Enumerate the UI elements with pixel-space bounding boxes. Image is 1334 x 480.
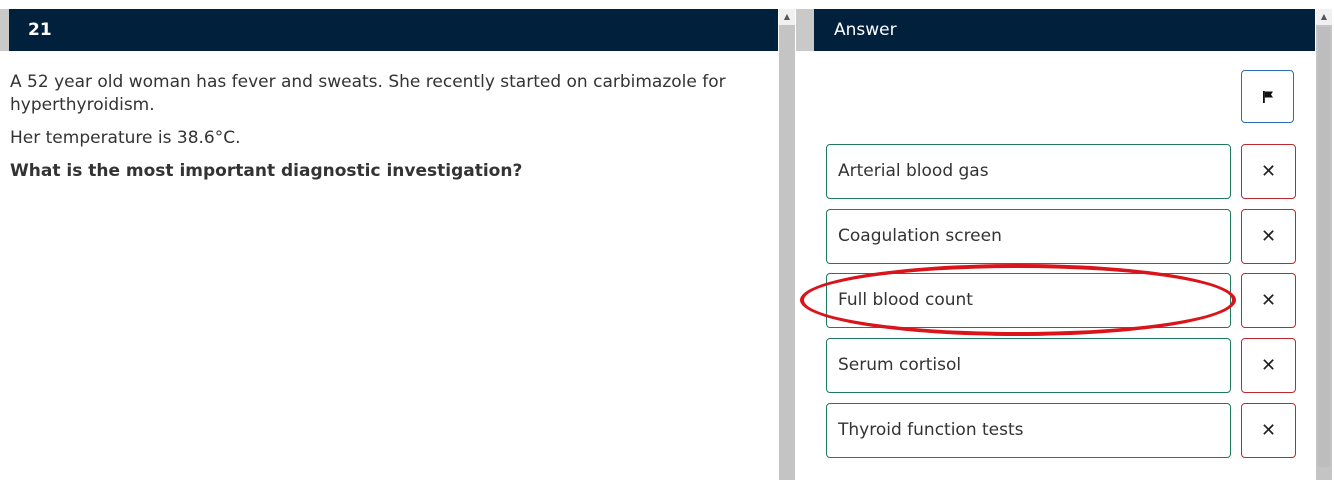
- question-stem: A 52 year old woman has fever and sweats…: [10, 72, 726, 115]
- question-number: 21: [28, 20, 52, 40]
- answer-title: Answer: [834, 20, 897, 40]
- answer-option-label: Serum cortisol: [838, 355, 962, 375]
- question-text: A 52 year old woman has fever and sweats…: [10, 71, 760, 193]
- answer-option-label: Arterial blood gas: [838, 161, 989, 181]
- question-scrollbar[interactable]: ▲: [779, 9, 795, 480]
- answer-option[interactable]: Serum cortisol: [826, 338, 1231, 393]
- question-header: 21: [0, 9, 778, 51]
- answer-option[interactable]: Arterial blood gas: [826, 144, 1231, 199]
- remove-option-button[interactable]: ✕: [1241, 403, 1296, 458]
- question-pane: 21 A 52 year old woman has fever and swe…: [0, 9, 778, 480]
- answer-pane: Answer Arterial blood gas ✕ Coagulation …: [796, 9, 1316, 480]
- answer-option[interactable]: Thyroid function tests: [826, 403, 1231, 458]
- answer-option-label: Thyroid function tests: [838, 420, 1024, 440]
- scroll-up-arrow-icon[interactable]: ▲: [1316, 9, 1332, 25]
- remove-option-button[interactable]: ✕: [1241, 144, 1296, 199]
- flag-button[interactable]: [1241, 70, 1294, 123]
- close-icon: ✕: [1260, 161, 1277, 182]
- close-icon: ✕: [1260, 355, 1277, 376]
- header-accent: [796, 9, 814, 51]
- top-strip: [0, 0, 1334, 9]
- question-detail: Her temperature is 38.6°C.: [10, 128, 241, 148]
- question-prompt: What is the most important diagnostic in…: [10, 161, 523, 181]
- scrollbar-thumb[interactable]: [1318, 27, 1330, 467]
- answer-option[interactable]: Full blood count: [826, 273, 1231, 328]
- scroll-up-arrow-icon[interactable]: ▲: [779, 9, 795, 25]
- answer-header: Answer: [796, 9, 1315, 51]
- close-icon: ✕: [1260, 226, 1277, 247]
- remove-option-button[interactable]: ✕: [1241, 209, 1296, 264]
- remove-option-button[interactable]: ✕: [1241, 338, 1296, 393]
- answer-option[interactable]: Coagulation screen: [826, 209, 1231, 264]
- close-icon: ✕: [1260, 420, 1277, 441]
- close-icon: ✕: [1260, 290, 1277, 311]
- answer-option-label: Full blood count: [838, 290, 973, 310]
- remove-option-button[interactable]: ✕: [1241, 273, 1296, 328]
- answer-option-label: Coagulation screen: [838, 226, 1002, 246]
- header-accent: [0, 9, 9, 51]
- answer-scrollbar[interactable]: ▲: [1316, 9, 1332, 480]
- flag-icon: [1262, 90, 1273, 103]
